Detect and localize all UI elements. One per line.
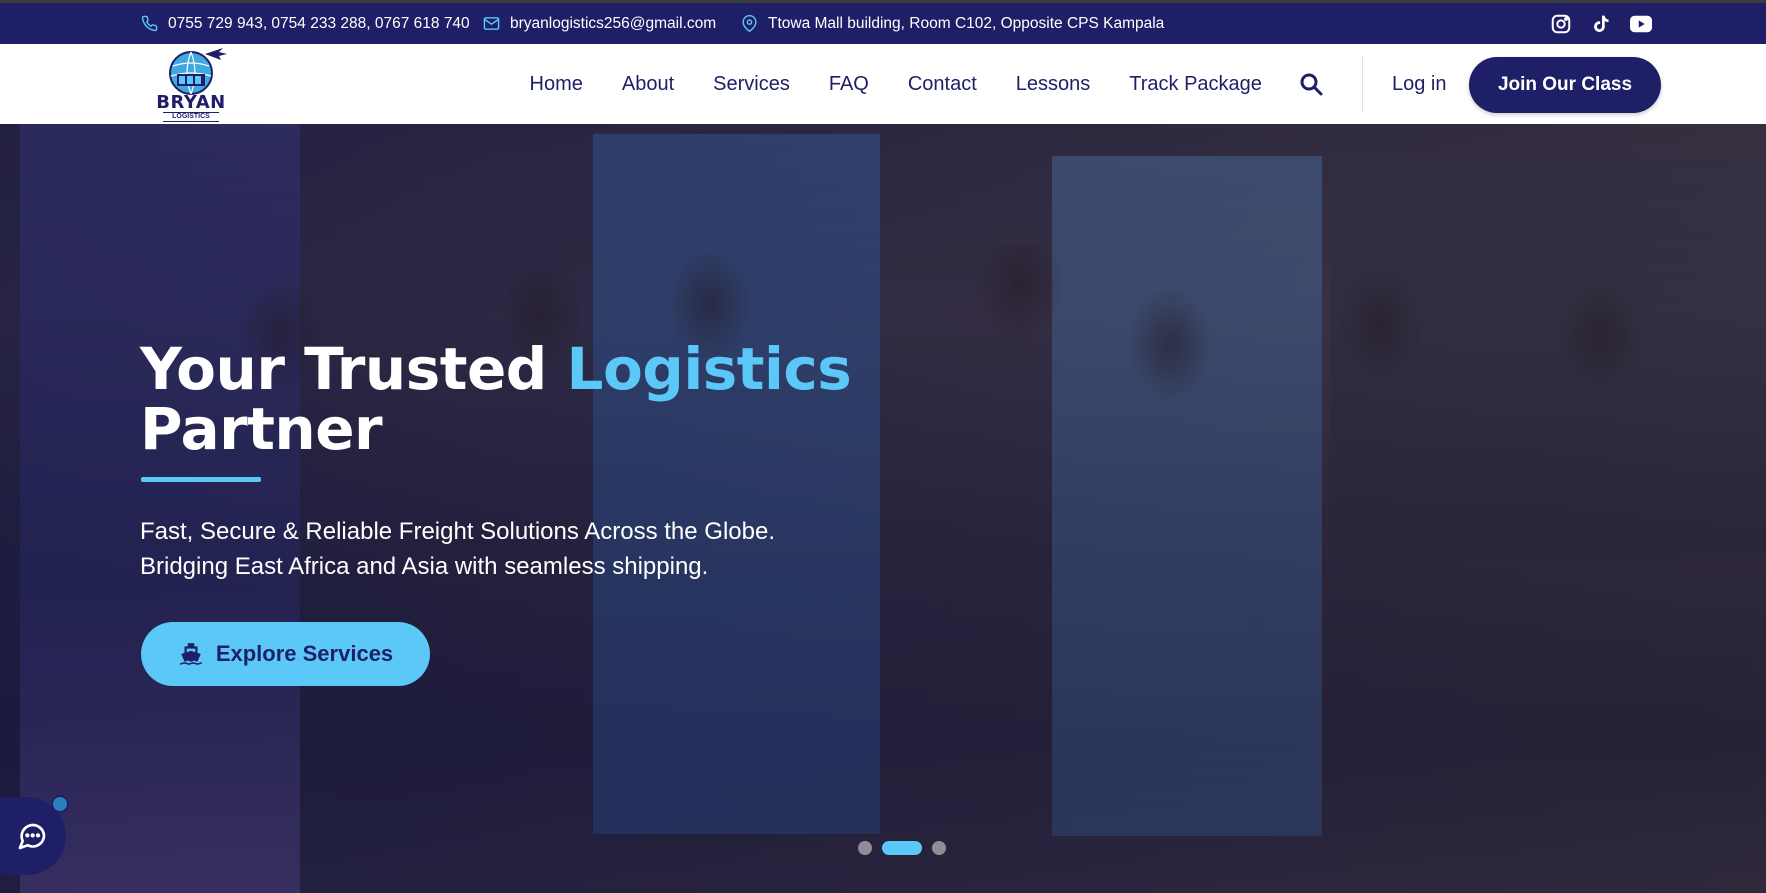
carousel-pagination xyxy=(858,841,946,855)
instagram-icon[interactable] xyxy=(1550,13,1572,35)
explore-services-button[interactable]: Explore Services xyxy=(141,622,430,686)
phone-numbers: 0755 729 943, 0754 233 288, 0767 618 740 xyxy=(168,14,470,32)
nav-link-contact[interactable]: Contact xyxy=(888,73,996,96)
nav-link-track-package[interactable]: Track Package xyxy=(1110,73,1282,96)
hero-title: Your Trusted Logistics Partner xyxy=(140,339,940,459)
globe-plane-icon xyxy=(169,48,227,95)
phone-contact: 0755 729 943, 0754 233 288, 0767 618 740 xyxy=(141,3,470,44)
hero-carousel: Your Trusted Logistics Partner Fast, Sec… xyxy=(0,124,1766,893)
chat-notification-badge xyxy=(51,795,69,813)
nav-link-lessons[interactable]: Lessons xyxy=(996,73,1110,96)
hero-subtitle-line2: Bridging East Africa and Asia with seaml… xyxy=(140,553,709,580)
join-class-button[interactable]: Join Our Class xyxy=(1469,57,1661,113)
tiktok-icon[interactable] xyxy=(1590,13,1612,35)
login-link[interactable]: Log in xyxy=(1392,44,1447,124)
nav-link-home[interactable]: Home xyxy=(510,73,602,96)
hero-title-part1: Your Trusted xyxy=(140,335,567,403)
social-links xyxy=(1550,3,1652,44)
explore-services-label: Explore Services xyxy=(215,641,394,666)
map-pin-icon xyxy=(742,15,757,32)
carousel-dot-2[interactable] xyxy=(882,841,922,855)
hero-overlay xyxy=(0,124,1766,893)
logo-name: BRYAN xyxy=(156,92,226,113)
nav-link-faq[interactable]: FAQ xyxy=(809,73,888,96)
youtube-icon[interactable] xyxy=(1630,13,1652,35)
nav-menu: Home About Services FAQ Contact Lessons … xyxy=(510,44,1281,124)
top-contact-bar: 0755 729 943, 0754 233 288, 0767 618 740… xyxy=(0,0,1766,44)
search-icon[interactable] xyxy=(1299,72,1323,96)
brand-logo[interactable]: BRYAN LOGISTICS xyxy=(153,46,229,122)
nav-link-services[interactable]: Services xyxy=(694,73,810,96)
main-navbar: BRYAN LOGISTICS Home About Services FAQ … xyxy=(0,44,1766,124)
phone-icon xyxy=(141,15,158,32)
carousel-dot-1[interactable] xyxy=(858,841,872,855)
hero-title-accent: Logistics xyxy=(566,335,852,403)
email-address[interactable]: bryanlogistics256@gmail.com xyxy=(510,15,716,33)
nav-link-about[interactable]: About xyxy=(602,73,693,96)
logo-subtitle: LOGISTICS xyxy=(163,112,219,122)
email-contact: bryanlogistics256@gmail.com xyxy=(483,3,716,44)
hero-subtitle-line1: Fast, Secure & Reliable Freight Solution… xyxy=(140,518,775,545)
envelope-icon xyxy=(483,17,500,30)
hero-title-part2: Partner xyxy=(140,395,383,463)
carousel-dot-3[interactable] xyxy=(932,841,946,855)
hero-subtitle: Fast, Secure & Reliable Freight Solution… xyxy=(140,514,900,584)
chat-bubble-icon xyxy=(18,823,46,850)
hero-title-underline xyxy=(141,477,261,482)
office-address: Ttowa Mall building, Room C102, Opposite… xyxy=(768,14,1165,32)
nav-divider xyxy=(1362,56,1363,112)
ship-icon xyxy=(179,643,202,665)
address-contact: Ttowa Mall building, Room C102, Opposite… xyxy=(741,3,1164,44)
